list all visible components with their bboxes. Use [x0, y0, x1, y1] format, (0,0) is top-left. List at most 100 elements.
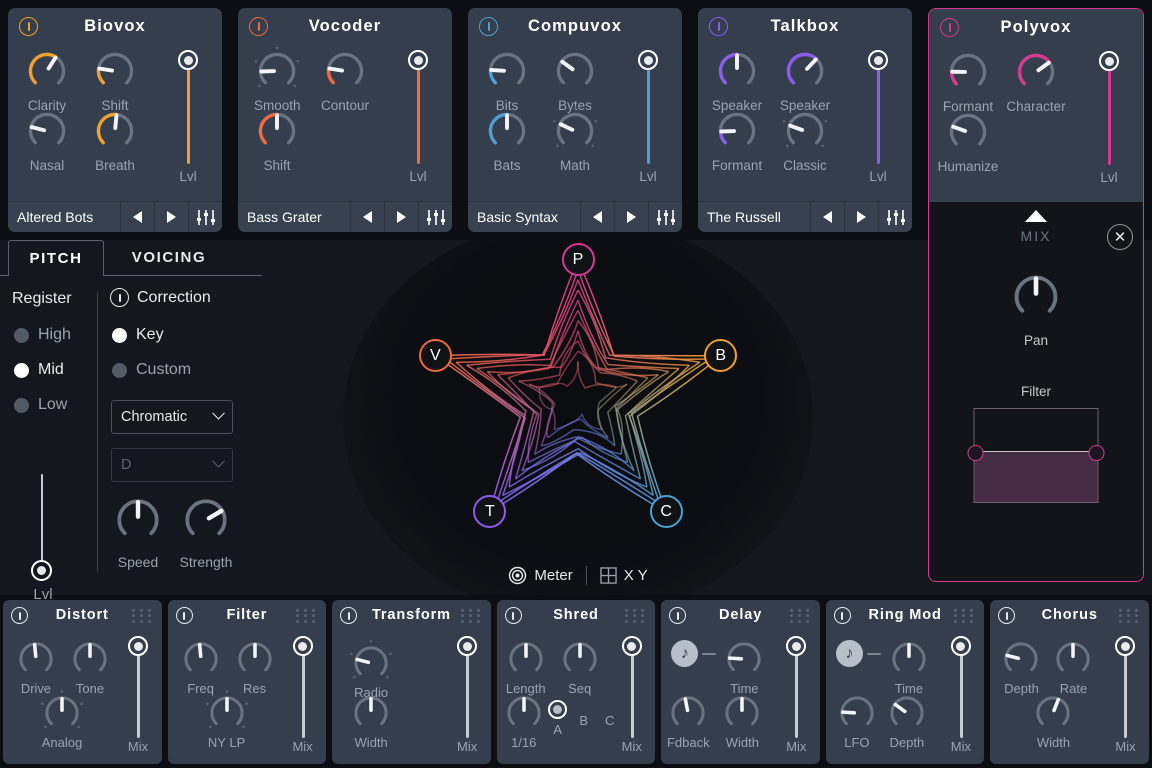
- preset-settings-button[interactable]: [648, 202, 682, 232]
- knob-depth[interactable]: Depth: [1000, 638, 1042, 696]
- tab-pitch[interactable]: PITCH: [8, 240, 104, 276]
- mix-track[interactable]: [120, 636, 156, 738]
- tab-voicing[interactable]: VOICING: [104, 240, 234, 276]
- level-slider[interactable]: Lvl: [168, 48, 208, 184]
- level-track[interactable]: [168, 48, 208, 166]
- close-icon[interactable]: ✕: [1107, 224, 1133, 250]
- mix-slider[interactable]: Mix: [614, 636, 650, 754]
- xy-toggle[interactable]: X Y: [587, 567, 661, 584]
- preset-name[interactable]: The Russell: [698, 202, 810, 232]
- mix-handle[interactable]: [292, 636, 313, 656]
- knob-ny-lp[interactable]: NY LP: [205, 690, 248, 750]
- power-icon[interactable]: [19, 17, 38, 36]
- note-icon[interactable]: ♪: [671, 640, 699, 667]
- correction-option-custom[interactable]: Custom: [112, 361, 191, 379]
- knob-clarity[interactable]: Clarity: [24, 48, 70, 113]
- preset-name[interactable]: Altered Bots: [8, 202, 120, 232]
- knob-formant[interactable]: Formant: [943, 49, 993, 114]
- level-slider[interactable]: Lvl: [628, 48, 668, 184]
- grip-icon[interactable]: [954, 609, 976, 623]
- level-slider[interactable]: Lvl: [398, 48, 438, 184]
- knob-length[interactable]: Length: [505, 638, 547, 696]
- preset-next-button[interactable]: [384, 202, 418, 232]
- preset-next-button[interactable]: [844, 202, 878, 232]
- visualizer-node-p[interactable]: P: [561, 243, 595, 276]
- power-icon[interactable]: [940, 18, 959, 37]
- mix-handle[interactable]: [786, 636, 807, 656]
- mix-track[interactable]: [943, 636, 979, 738]
- knob-speaker[interactable]: Speaker: [780, 48, 830, 113]
- mix-track[interactable]: [285, 636, 321, 738]
- knob-width[interactable]: Width: [1032, 692, 1074, 750]
- knob-time[interactable]: Time: [723, 638, 765, 696]
- preset-prev-button[interactable]: [120, 202, 154, 232]
- grip-icon[interactable]: [131, 609, 154, 623]
- power-icon[interactable]: [110, 288, 129, 307]
- preset-prev-button[interactable]: [580, 202, 614, 232]
- knob-smooth[interactable]: Smooth: [254, 46, 301, 113]
- knob-nasal[interactable]: Nasal: [24, 108, 70, 173]
- knob-classic[interactable]: Classic: [782, 106, 828, 173]
- preset-name[interactable]: Bass Grater: [238, 202, 350, 232]
- grip-icon[interactable]: [296, 609, 318, 623]
- pan-knob[interactable]: Pan: [929, 270, 1143, 348]
- knob-freq[interactable]: Freq: [180, 638, 222, 696]
- filter-handle-high[interactable]: [1088, 445, 1105, 461]
- abc-option-a[interactable]: A: [545, 700, 571, 737]
- fx-module-delay[interactable]: Delay ♪ Time Fdback Width Mix: [661, 600, 820, 764]
- knob-analog[interactable]: Analog: [41, 690, 83, 750]
- fx-module-transform[interactable]: Transform Radio Width Mix: [332, 600, 491, 764]
- mix-track[interactable]: [614, 636, 650, 738]
- filter-graph[interactable]: [967, 408, 1105, 503]
- knob-depth[interactable]: Depth: [886, 692, 928, 750]
- register-option-low[interactable]: Low: [14, 396, 67, 414]
- mix-slider[interactable]: Mix: [449, 636, 485, 754]
- mix-handle[interactable]: [950, 636, 971, 656]
- knob-bytes[interactable]: Bytes: [552, 48, 598, 113]
- preset-settings-button[interactable]: [418, 202, 452, 232]
- knob-bats[interactable]: Bats: [484, 108, 530, 173]
- knob-formant[interactable]: Formant: [712, 108, 762, 173]
- scale-select[interactable]: Chromatic: [111, 400, 233, 434]
- grip-icon[interactable]: [625, 609, 647, 623]
- knob-bits[interactable]: Bits: [484, 48, 530, 113]
- preset-settings-button[interactable]: [878, 202, 912, 232]
- knob-shift[interactable]: Shift: [92, 48, 138, 113]
- power-icon[interactable]: [504, 607, 522, 624]
- level-handle[interactable]: [868, 50, 888, 70]
- mix-track[interactable]: [778, 636, 814, 738]
- voice-module-vocoder[interactable]: Vocoder Smooth Contour Shift Lvl Bass Grater: [238, 8, 452, 232]
- knob-fdback[interactable]: Fdback: [667, 692, 710, 750]
- knob-1-16[interactable]: 1/16: [503, 692, 545, 750]
- abc-option-b[interactable]: B: [571, 710, 597, 728]
- preset-next-button[interactable]: [614, 202, 648, 232]
- fx-module-shred[interactable]: Shred Length Seq 1/16 A B C Mix: [496, 600, 656, 764]
- knob-speed[interactable]: Speed: [112, 494, 164, 570]
- knob-seq[interactable]: Seq: [559, 638, 601, 696]
- voice-visualizer[interactable]: PBCTV Meter X Y: [262, 240, 894, 595]
- preset-settings-button[interactable]: [188, 202, 222, 232]
- knob-drive[interactable]: Drive: [15, 638, 57, 696]
- mix-handle[interactable]: [128, 636, 148, 656]
- preset-name[interactable]: Basic Syntax: [468, 202, 580, 232]
- knob-humanize[interactable]: Humanize: [938, 109, 998, 174]
- mix-slider[interactable]: Mix: [778, 636, 814, 754]
- power-icon[interactable]: [709, 17, 728, 36]
- knob-breath[interactable]: Breath: [92, 108, 138, 173]
- level-slider[interactable]: Lvl: [858, 48, 898, 184]
- knob-time[interactable]: Time: [888, 638, 930, 696]
- knob-strength[interactable]: Strength: [180, 494, 232, 570]
- mix-slider[interactable]: Mix: [1107, 636, 1143, 754]
- grip-icon[interactable]: [789, 609, 812, 623]
- register-option-mid[interactable]: Mid: [14, 361, 64, 379]
- voice-module-compuvox[interactable]: Compuvox Bits Bytes Bats Math Lvl Basic Syntax: [468, 8, 682, 232]
- level-track[interactable]: [398, 48, 438, 166]
- filter-handle-low[interactable]: [967, 445, 984, 461]
- knob-width[interactable]: Width: [350, 692, 392, 750]
- level-handle[interactable]: [408, 50, 428, 70]
- fx-module-chorus[interactable]: Chorus Depth Rate Width Mix: [990, 600, 1150, 764]
- collapse-arrow-icon[interactable]: [1025, 210, 1047, 222]
- power-icon[interactable]: [249, 17, 268, 36]
- note-icon[interactable]: ♪: [835, 640, 863, 667]
- voice-module-talkbox[interactable]: Talkbox Speaker Speaker Formant Classic Lvl Th…: [698, 8, 912, 232]
